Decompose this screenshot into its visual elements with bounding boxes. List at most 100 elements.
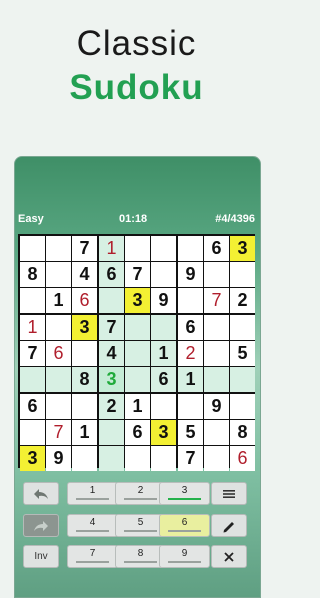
sudoku-cell[interactable] bbox=[178, 394, 203, 419]
sudoku-cell[interactable]: 1 bbox=[46, 288, 71, 313]
sudoku-cell[interactable]: 1 bbox=[151, 341, 176, 366]
sudoku-cell[interactable]: 1 bbox=[72, 420, 97, 445]
sudoku-cell[interactable]: 8 bbox=[230, 420, 255, 445]
sudoku-cell[interactable] bbox=[72, 394, 97, 419]
sudoku-cell[interactable]: 2 bbox=[230, 288, 255, 313]
sudoku-cell[interactable]: 5 bbox=[178, 420, 203, 445]
sudoku-cell[interactable]: 3 bbox=[151, 420, 176, 445]
sudoku-cell[interactable] bbox=[230, 394, 255, 419]
sudoku-cell[interactable]: 7 bbox=[204, 288, 229, 313]
sudoku-cell[interactable]: 9 bbox=[204, 394, 229, 419]
sudoku-cell[interactable]: 9 bbox=[178, 262, 203, 287]
sudoku-cell[interactable]: 1 bbox=[178, 367, 203, 392]
menu-button[interactable] bbox=[211, 482, 247, 505]
sudoku-cell[interactable]: 6 bbox=[204, 236, 229, 261]
sudoku-cell[interactable]: 9 bbox=[46, 446, 71, 471]
sudoku-cell[interactable]: 1 bbox=[125, 394, 150, 419]
sudoku-cell[interactable]: 6 bbox=[20, 394, 45, 419]
sudoku-cell[interactable] bbox=[20, 236, 45, 261]
digit-button[interactable]: 4 bbox=[67, 514, 118, 537]
sudoku-cell[interactable] bbox=[72, 446, 97, 471]
sudoku-cell[interactable]: 7 bbox=[125, 262, 150, 287]
sudoku-cell[interactable] bbox=[151, 262, 176, 287]
sudoku-cell[interactable]: 4 bbox=[72, 262, 97, 287]
sudoku-cell[interactable] bbox=[125, 341, 150, 366]
sudoku-cell[interactable]: 2 bbox=[178, 341, 203, 366]
digit-button[interactable]: 6 bbox=[159, 514, 210, 537]
redo-icon bbox=[34, 520, 48, 531]
sudoku-cell[interactable]: 7 bbox=[99, 315, 124, 340]
digit-button[interactable]: 3 bbox=[159, 482, 210, 505]
digit-label: 3 bbox=[181, 485, 188, 496]
sudoku-cell[interactable]: 2 bbox=[99, 394, 124, 419]
sudoku-cell[interactable] bbox=[99, 420, 124, 445]
sudoku-cell[interactable]: 7 bbox=[20, 341, 45, 366]
sudoku-cell[interactable] bbox=[20, 420, 45, 445]
sudoku-cell[interactable]: 6 bbox=[125, 420, 150, 445]
digit-button[interactable]: 9 bbox=[159, 545, 210, 568]
redo-button[interactable] bbox=[23, 514, 59, 537]
sudoku-cell[interactable] bbox=[178, 288, 203, 313]
sudoku-cell[interactable]: 6 bbox=[151, 367, 176, 392]
sudoku-cell[interactable]: 6 bbox=[230, 446, 255, 471]
sudoku-cell[interactable] bbox=[204, 315, 229, 340]
clear-button[interactable] bbox=[211, 545, 247, 568]
sudoku-cell[interactable]: 3 bbox=[99, 367, 124, 392]
sudoku-cell[interactable] bbox=[204, 367, 229, 392]
sudoku-cell[interactable] bbox=[151, 394, 176, 419]
sudoku-cell[interactable]: 5 bbox=[230, 341, 255, 366]
sudoku-cell[interactable] bbox=[204, 446, 229, 471]
digit-progress-bar bbox=[124, 530, 157, 532]
sudoku-cell[interactable] bbox=[204, 262, 229, 287]
sudoku-cell[interactable]: 7 bbox=[46, 420, 71, 445]
sudoku-cell[interactable]: 8 bbox=[20, 262, 45, 287]
sudoku-cell[interactable] bbox=[125, 446, 150, 471]
promo-subtitle: Sudoku bbox=[69, 68, 204, 107]
sudoku-cell[interactable] bbox=[204, 341, 229, 366]
digit-button[interactable]: 1 bbox=[67, 482, 118, 505]
sudoku-cell[interactable]: 4 bbox=[99, 341, 124, 366]
sudoku-cell[interactable]: 6 bbox=[46, 341, 71, 366]
sudoku-cell[interactable]: 1 bbox=[20, 315, 45, 340]
sudoku-cell[interactable] bbox=[230, 315, 255, 340]
sudoku-cell[interactable]: 9 bbox=[151, 288, 176, 313]
digit-label: 1 bbox=[89, 485, 96, 496]
digit-button[interactable]: 7 bbox=[67, 545, 118, 568]
sudoku-cell[interactable] bbox=[46, 236, 71, 261]
sudoku-cell[interactable]: 3 bbox=[125, 288, 150, 313]
sudoku-cell[interactable]: 7 bbox=[178, 446, 203, 471]
sudoku-cell[interactable]: 6 bbox=[178, 315, 203, 340]
sudoku-cell[interactable]: 3 bbox=[230, 236, 255, 261]
sudoku-cell[interactable]: 7 bbox=[72, 236, 97, 261]
sudoku-cell[interactable] bbox=[151, 446, 176, 471]
sudoku-cell[interactable]: 1 bbox=[99, 236, 124, 261]
sudoku-cell[interactable] bbox=[72, 341, 97, 366]
sudoku-cell[interactable] bbox=[204, 420, 229, 445]
sudoku-cell[interactable] bbox=[20, 367, 45, 392]
sudoku-cell[interactable] bbox=[151, 315, 176, 340]
sudoku-cell[interactable] bbox=[20, 288, 45, 313]
sudoku-cell[interactable] bbox=[46, 262, 71, 287]
sudoku-cell[interactable] bbox=[46, 315, 71, 340]
pencil-button[interactable] bbox=[211, 514, 247, 537]
undo-button[interactable] bbox=[23, 482, 59, 505]
sudoku-cell[interactable] bbox=[125, 367, 150, 392]
digit-label: 6 bbox=[181, 517, 188, 528]
digit-progress-bar bbox=[76, 498, 109, 500]
sudoku-cell[interactable] bbox=[46, 367, 71, 392]
sudoku-cell[interactable]: 6 bbox=[72, 288, 97, 313]
inverse-button[interactable]: Inv bbox=[23, 545, 59, 568]
sudoku-cell[interactable]: 8 bbox=[72, 367, 97, 392]
sudoku-cell[interactable] bbox=[178, 236, 203, 261]
sudoku-cell[interactable] bbox=[230, 262, 255, 287]
sudoku-cell[interactable]: 6 bbox=[99, 262, 124, 287]
sudoku-cell[interactable] bbox=[99, 288, 124, 313]
sudoku-cell[interactable]: 3 bbox=[20, 446, 45, 471]
sudoku-cell[interactable] bbox=[230, 367, 255, 392]
sudoku-cell[interactable] bbox=[125, 315, 150, 340]
sudoku-cell[interactable]: 3 bbox=[72, 315, 97, 340]
sudoku-cell[interactable] bbox=[46, 394, 71, 419]
sudoku-cell[interactable] bbox=[99, 446, 124, 471]
sudoku-cell[interactable] bbox=[125, 236, 150, 261]
sudoku-cell[interactable] bbox=[151, 236, 176, 261]
